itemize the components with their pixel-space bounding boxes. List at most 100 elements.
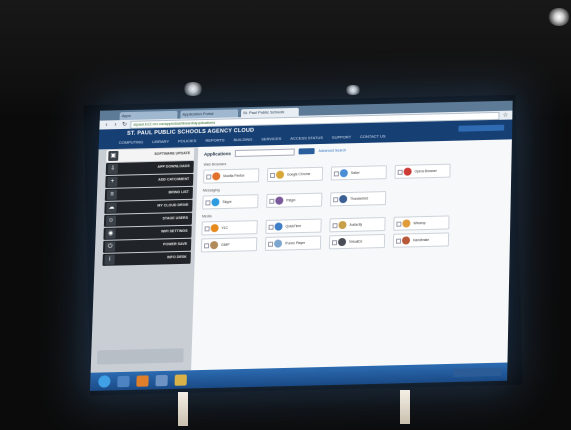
app-name: VLC (221, 225, 229, 230)
app-checkbox[interactable] (267, 241, 274, 247)
menu-item[interactable]: BUILDING (233, 137, 252, 142)
sidebar-item-label: STAGE USERS (162, 215, 189, 221)
app-icon: ▣ (108, 150, 119, 162)
sidebar-item-label: SOFTWARE UPDATE (154, 151, 191, 156)
app-tile[interactable]: Thunderbird (330, 191, 387, 207)
explorer-icon[interactable] (117, 375, 130, 387)
sidebar-item-label: BRING LIST (168, 189, 189, 195)
sidebar-item-app-downloads[interactable]: ⇩ APP DOWNLOADS (105, 160, 194, 176)
floor-light (400, 390, 410, 424)
search-input[interactable] (234, 148, 295, 157)
app-name: Winamp (413, 221, 426, 226)
menu-item[interactable]: CONTACT US (360, 133, 386, 139)
users-icon: ☺ (105, 215, 117, 226)
app-checkbox[interactable] (268, 224, 274, 230)
page-content: ▣ SOFTWARE UPDATE ⇩ APP DOWNLOADS + ADD CAT… (90, 139, 512, 373)
app-tile[interactable]: Google Chrome (266, 166, 324, 183)
ceiling-light (183, 82, 203, 96)
app-tile[interactable]: QuickTime (265, 218, 322, 234)
menu-item[interactable]: ACCESS STATUS (290, 135, 323, 141)
app-checkbox[interactable] (331, 240, 338, 246)
app-name: iTunes Player (285, 240, 306, 246)
app-checkbox[interactable] (395, 238, 402, 244)
app-checkbox[interactable] (204, 226, 210, 232)
app-name: GIMP (221, 242, 230, 247)
info-icon: i (104, 254, 115, 265)
menu-item[interactable]: POLICIES (178, 138, 197, 143)
app-checkbox[interactable] (332, 223, 338, 229)
itunes-icon (273, 239, 283, 248)
winamp-icon (402, 219, 411, 228)
app-tile[interactable]: Winamp (393, 215, 450, 231)
plus-icon: + (107, 176, 118, 187)
menu-item[interactable]: COMPUTING (119, 139, 144, 145)
app-tile[interactable]: Mozilla Firefox (203, 168, 260, 184)
window-icon[interactable] (155, 374, 168, 386)
app-name: Handbrake (412, 237, 430, 243)
sidebar-item-power-save[interactable]: ⏻ POWER SAVE (102, 238, 192, 253)
site-title: ST. PAUL PUBLIC SCHOOLS AGENCY CLOUD (126, 127, 255, 137)
sidebar-item-label: ADD CATCHMENT (157, 176, 190, 182)
app-tile[interactable]: Audacity (329, 217, 386, 233)
skype-icon (211, 198, 220, 207)
sidebar-item-software-update[interactable]: ▣ SOFTWARE UPDATE (106, 148, 195, 163)
app-tile[interactable]: iTunes Player (264, 235, 322, 251)
app-checkbox[interactable] (269, 172, 276, 178)
app-name: VirtualDJ (348, 239, 363, 244)
menu-item[interactable]: LIBRARY (152, 139, 169, 144)
app-tile[interactable]: Safari (330, 165, 387, 181)
app-tile[interactable]: Skype (202, 194, 259, 210)
sidebar-item-label: MY CLOUD DRIVE (157, 202, 189, 208)
media-player-icon[interactable] (136, 374, 149, 387)
sidebar-item-wifi-settings[interactable]: ◉ WIFI SETTINGS (103, 225, 192, 240)
sidebar-item-stage-users[interactable]: ☺ STAGE USERS (103, 212, 193, 227)
sidebar-item-info-desk[interactable]: i INFO DESK (102, 251, 191, 266)
user-account-chip[interactable] (458, 124, 505, 132)
quicktime-icon (274, 222, 283, 231)
app-checkbox[interactable] (205, 200, 211, 206)
sidebar-item-label: POWER SAVE (162, 241, 188, 247)
virtualdj-icon (337, 237, 347, 247)
system-tray (452, 367, 502, 377)
start-button[interactable] (98, 375, 111, 388)
advanced-search-link[interactable]: Advanced Search (319, 148, 347, 153)
app-checkbox[interactable] (206, 174, 212, 180)
chrome-icon[interactable] (174, 373, 187, 386)
app-checkbox[interactable] (203, 243, 210, 249)
app-tile[interactable]: Handbrake (392, 232, 450, 248)
app-name: Pidgin (286, 198, 296, 203)
menu-item[interactable]: REPORTS (205, 137, 224, 142)
list-icon: ≡ (106, 189, 118, 200)
search-button[interactable] (298, 148, 315, 155)
app-checkbox[interactable] (269, 198, 275, 204)
app-tile[interactable]: Opera Browser (394, 163, 451, 179)
ceiling-light (548, 8, 570, 26)
sidebar-item-add-catchment[interactable]: + ADD CATCHMENT (105, 173, 194, 188)
reload-icon[interactable]: ↻ (121, 121, 127, 128)
opera-icon (403, 167, 412, 176)
back-icon[interactable]: ‹ (103, 122, 109, 128)
sidebar-item-cloud-drive[interactable]: ☁ MY CLOUD DRIVE (104, 199, 193, 214)
page-title: Applications (203, 150, 231, 157)
app-checkbox[interactable] (333, 197, 339, 203)
app-tile[interactable]: VLC (201, 220, 258, 236)
app-tile[interactable]: GIMP (200, 237, 258, 253)
firefox-icon (212, 172, 221, 181)
star-icon[interactable]: ☆ (502, 112, 508, 119)
cloud-icon: ☁ (106, 202, 117, 213)
app-name: QuickTime (285, 224, 302, 229)
app-checkbox[interactable] (333, 171, 339, 177)
chrome-icon (275, 170, 285, 179)
app-tile[interactable]: Pidgin (266, 192, 323, 208)
app-checkbox[interactable] (397, 169, 403, 175)
sidebar: ▣ SOFTWARE UPDATE ⇩ APP DOWNLOADS + ADD CAT… (90, 146, 199, 373)
pidgin-icon (275, 196, 284, 205)
app-tile[interactable]: VirtualDJ (328, 233, 386, 250)
audacity-icon (338, 220, 347, 230)
app-checkbox[interactable] (396, 221, 402, 227)
forward-icon[interactable]: › (112, 122, 118, 128)
menu-item[interactable]: SERVICES (261, 136, 281, 141)
sidebar-item-bring-list[interactable]: ≡ BRING LIST (104, 186, 193, 201)
download-icon: ⇩ (107, 163, 119, 174)
menu-item[interactable]: SUPPORT (332, 134, 351, 139)
